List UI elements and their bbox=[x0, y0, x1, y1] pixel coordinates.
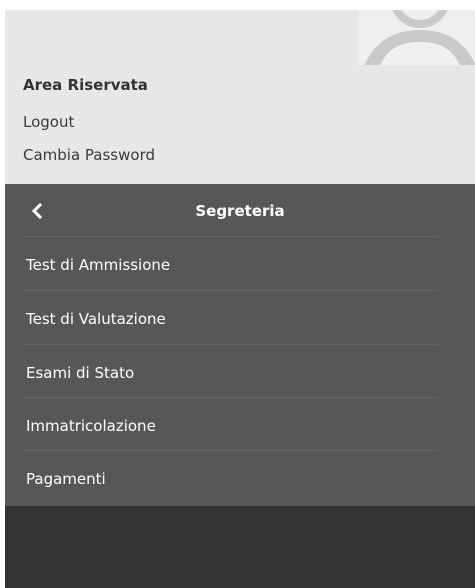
menu-item-pagamenti[interactable]: Pagamenti bbox=[5, 451, 475, 504]
user-silhouette-icon bbox=[358, 10, 475, 65]
menu-item-esami-di-stato[interactable]: Esami di Stato bbox=[5, 345, 475, 398]
menu-item-label: Test di Valutazione bbox=[26, 310, 166, 328]
change-password-link[interactable]: Cambia Password bbox=[23, 146, 155, 164]
menu-title: Segreteria bbox=[195, 202, 285, 220]
side-menu: Segreteria Test di Ammissione Test di Va… bbox=[5, 184, 475, 506]
menu-item-label: Pagamenti bbox=[26, 470, 106, 488]
menu-item-label: Immatricolazione bbox=[26, 417, 156, 435]
user-area-title: Area Riservata bbox=[23, 76, 148, 94]
app-frame: Area Riservata Logout Cambia Password Se… bbox=[0, 0, 475, 588]
menu-item-label: Test di Ammissione bbox=[26, 256, 171, 274]
menu-header: Segreteria bbox=[5, 184, 475, 236]
menu-footer-area bbox=[5, 506, 475, 588]
menu-item-immatricolazione[interactable]: Immatricolazione bbox=[5, 398, 475, 451]
logout-link[interactable]: Logout bbox=[23, 113, 74, 131]
menu-item-label: Esami di Stato bbox=[26, 364, 135, 382]
menu-item-test-di-ammissione[interactable]: Test di Ammissione bbox=[5, 237, 475, 290]
avatar bbox=[358, 10, 475, 65]
user-area: Area Riservata Logout Cambia Password bbox=[5, 10, 475, 184]
menu-item-test-di-valutazione[interactable]: Test di Valutazione bbox=[5, 291, 475, 344]
